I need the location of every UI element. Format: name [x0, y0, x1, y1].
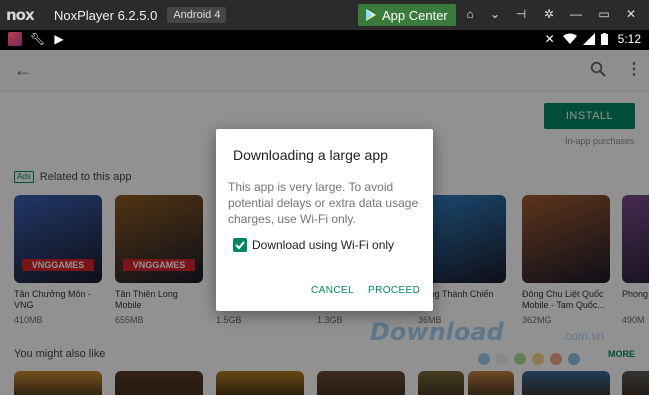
- app-center-button[interactable]: App Center: [358, 4, 456, 26]
- android-status-bar: 🔧︎ ▶ ✕ 5:12: [0, 30, 649, 50]
- close-icon[interactable]: ✕: [623, 6, 639, 22]
- wifi-only-label[interactable]: Download using Wi-Fi only: [252, 238, 394, 252]
- proceed-button[interactable]: PROCEED: [368, 285, 420, 296]
- pin-icon[interactable]: ⊣: [513, 6, 529, 22]
- android-version-badge: Android 4: [167, 7, 227, 23]
- dialog-title: Downloading a large app: [233, 147, 388, 163]
- title-bar: nox NoxPlayer 6.2.5.0 Android 4 App Cent…: [0, 0, 649, 30]
- wifi-icon: [562, 33, 577, 44]
- cancel-button[interactable]: CANCEL: [311, 285, 354, 296]
- battery-icon: [600, 33, 608, 45]
- chevron-down-icon[interactable]: ⌄: [487, 6, 503, 22]
- checkmark-icon: [235, 241, 245, 250]
- home-icon[interactable]: ⌂: [462, 6, 478, 22]
- restore-icon[interactable]: ▭: [596, 6, 612, 22]
- app-avatar-icon: [8, 32, 22, 46]
- wrench-icon: 🔧︎: [30, 32, 46, 46]
- large-app-dialog: Downloading a large app This app is very…: [216, 129, 433, 311]
- settings-icon[interactable]: ✲: [541, 6, 557, 22]
- signal-icon: [582, 33, 595, 45]
- dialog-body: This app is very large. To avoid potenti…: [228, 180, 419, 226]
- mute-icon: ✕: [544, 32, 555, 46]
- status-time: 5:12: [617, 32, 641, 46]
- play-store-icon: ▶: [54, 32, 64, 46]
- minimize-icon[interactable]: —: [568, 6, 584, 22]
- nox-window: nox NoxPlayer 6.2.5.0 Android 4 App Cent…: [0, 0, 649, 395]
- play-store-icon: [366, 9, 376, 21]
- app-title: NoxPlayer 6.2.5.0: [54, 7, 158, 23]
- app-center-label: App Center: [382, 7, 448, 23]
- nox-logo: nox: [6, 6, 35, 24]
- wifi-only-checkbox[interactable]: [233, 238, 247, 252]
